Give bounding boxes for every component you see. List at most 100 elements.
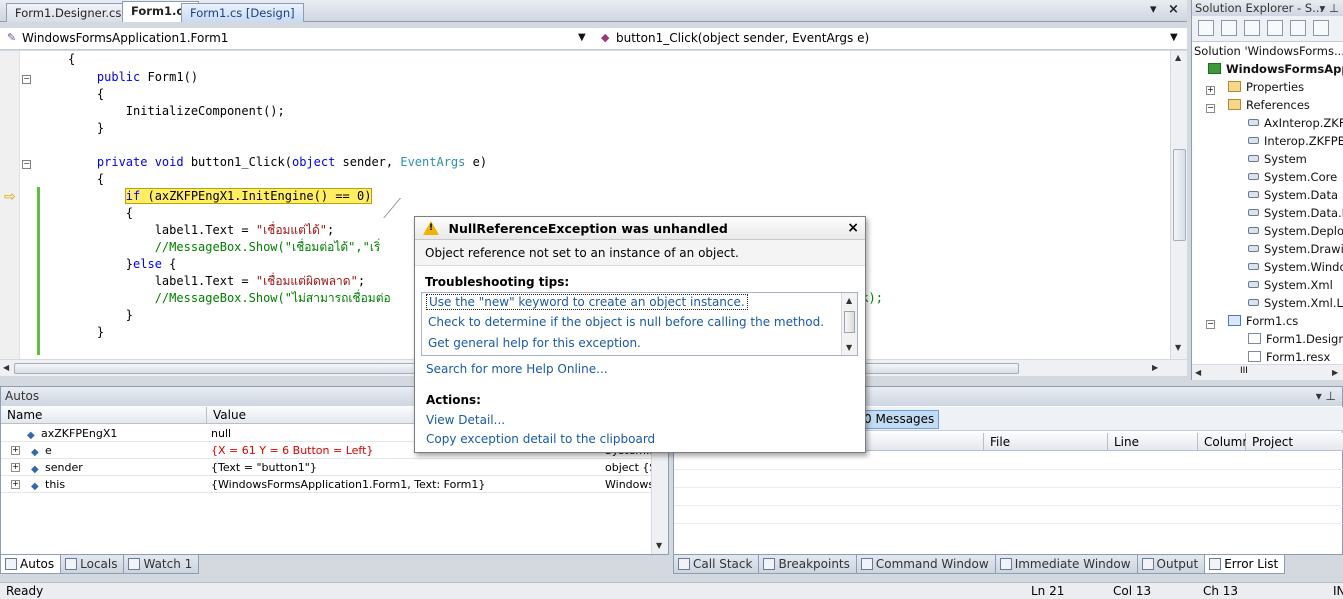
collapse-icon[interactable]: − <box>22 75 31 84</box>
properties-icon[interactable] <box>1198 20 1214 36</box>
tab-locals[interactable]: Locals <box>60 555 125 574</box>
collapse-icon[interactable]: − <box>1206 320 1215 329</box>
editor-vertical-scrollbar[interactable]: ▲ ▼ <box>1170 51 1187 359</box>
tree-item-properties[interactable]: Properties <box>1228 80 1304 98</box>
search-help-online-link[interactable]: Search for more Help Online... <box>426 362 608 376</box>
resource-file-icon <box>1248 351 1261 362</box>
variable-type: WindowsF... <box>605 478 651 491</box>
call-stack-icon <box>678 558 690 570</box>
chevron-down-icon[interactable]: ▼ <box>578 32 586 43</box>
table-row[interactable]: + ◆ this {WindowsFormsApplication1.Form1,… <box>1 476 651 493</box>
expand-icon[interactable]: + <box>1206 86 1215 95</box>
tree-item-solution[interactable]: Solution 'WindowsForms... <box>1194 44 1343 62</box>
chevron-down-icon[interactable]: ▼ <box>1170 32 1178 43</box>
panel-title: Autos <box>5 389 40 403</box>
scroll-down-icon[interactable]: ▼ <box>656 541 662 550</box>
tree-item-reference[interactable]: System.Data <box>1248 188 1338 206</box>
tree-item-reference[interactable]: System.Data.D... <box>1248 206 1343 224</box>
tip-link[interactable]: Use the "new" keyword to create an objec… <box>426 294 748 310</box>
tree-item-reference[interactable]: System.Deploy... <box>1248 224 1343 242</box>
collapse-icon[interactable]: − <box>22 160 31 169</box>
tab-command-window[interactable]: Command Window <box>855 555 996 574</box>
scroll-up-icon[interactable]: ▲ <box>846 296 852 305</box>
scroll-thumb[interactable] <box>844 311 855 333</box>
tab-watch-1[interactable]: Watch 1 <box>123 555 200 574</box>
tree-item-project[interactable]: WindowsFormsApplic... <box>1208 62 1343 80</box>
autos-icon <box>5 558 17 570</box>
scroll-down-icon[interactable]: ▼ <box>846 343 852 352</box>
variable-name: ◆ axZKFPEngX1 <box>27 427 118 440</box>
exception-message: Object reference not set to an instance … <box>415 240 865 266</box>
scroll-grip[interactable]: III <box>1240 366 1248 376</box>
tree-item-reference[interactable]: System.Xml.Li... <box>1248 296 1343 314</box>
solution-explorer-scrollbar[interactable]: ◀ III ▶ <box>1192 364 1343 380</box>
column-header-name[interactable]: Name <box>1 407 207 424</box>
tab-form1-cs-design[interactable]: Form1.cs [Design] <box>181 3 304 22</box>
row-divider <box>674 523 1343 524</box>
close-icon[interactable]: × <box>847 220 859 236</box>
tab-error-list[interactable]: Error List <box>1204 555 1286 574</box>
debug-window-tabs: Autos Locals Watch 1 <box>0 555 200 575</box>
refresh-icon[interactable] <box>1244 20 1260 36</box>
class-combo[interactable]: ✎ WindowsFormsApplication1.Form1 ▼ <box>4 30 590 48</box>
tip-link[interactable]: Check to determine if the object is null… <box>428 315 824 329</box>
tree-item-reference[interactable]: System.Xml <box>1248 278 1333 296</box>
copy-exception-detail-link[interactable]: Copy exception detail to the clipboard <box>426 432 655 446</box>
expand-icon[interactable]: + <box>11 480 20 489</box>
exception-title: NullReferenceException was unhandled <box>448 221 728 236</box>
view-detail-link[interactable]: View Detail... <box>426 413 505 427</box>
tree-item-form1-cs[interactable]: Form1.cs <box>1228 314 1298 332</box>
column-header-line[interactable]: Line <box>1108 433 1198 451</box>
column-header-project[interactable]: Project <box>1246 433 1343 451</box>
panel-pin-icon[interactable]: ▾ ⊥ <box>1316 389 1336 403</box>
tree-item-reference[interactable]: Interop.ZKFPEn... <box>1248 134 1343 152</box>
class-diagram-icon[interactable] <box>1313 20 1329 36</box>
tab-immediate-window[interactable]: Immediate Window <box>994 555 1138 574</box>
tree-item-form1-designer[interactable]: Form1.Designe... <box>1248 332 1343 350</box>
status-bar: Ready Ln 21 Col 13 Ch 13 INS <box>0 582 1343 599</box>
tab-autos[interactable]: Autos <box>0 555 62 574</box>
view-designer-icon[interactable] <box>1290 20 1306 36</box>
column-header-column[interactable]: Column <box>1198 433 1250 451</box>
tab-breakpoints[interactable]: Breakpoints <box>758 555 857 574</box>
column-header-file[interactable]: File <box>984 433 1108 451</box>
messages-filter-button[interactable]: 0 Messages <box>859 410 940 429</box>
table-row[interactable]: + ◆sender {Text = "button1"} object {S..… <box>1 459 651 476</box>
tree-item-reference[interactable]: System.Core <box>1248 170 1337 188</box>
tab-call-stack[interactable]: Call Stack <box>673 555 760 574</box>
tab-dropdown-icon[interactable]: ▾ <box>1150 2 1157 17</box>
scroll-right-icon[interactable]: ▶ <box>1332 368 1338 377</box>
variable-value: {WindowsFormsApplication1.Form1, Text: F… <box>211 478 486 491</box>
tree-item-reference[interactable]: System <box>1248 152 1307 170</box>
reference-icon <box>1248 119 1259 126</box>
reference-icon <box>1248 281 1259 288</box>
scroll-thumb[interactable] <box>1173 149 1186 241</box>
tree-item-references[interactable]: References <box>1228 98 1310 116</box>
tips-scrollbar[interactable]: ▲ ▼ <box>841 293 857 355</box>
close-document-icon[interactable]: × <box>1168 2 1179 17</box>
tab-form1-designer-cs[interactable]: Form1.Designer.cs <box>6 3 131 22</box>
scroll-down-icon[interactable]: ▼ <box>1175 343 1181 352</box>
tree-item-reference[interactable]: AxInterop.ZKFP... <box>1248 116 1343 134</box>
tree-item-reference[interactable]: System.Drawin... <box>1248 242 1343 260</box>
solution-explorer-title: Solution Explorer - S... ▾ ⊥ <box>1192 0 1343 16</box>
tab-output[interactable]: Output <box>1136 555 1206 574</box>
method-icon: ◆ <box>601 31 610 44</box>
scroll-right-icon[interactable]: ▶ <box>1152 363 1158 372</box>
collapse-icon[interactable]: − <box>1206 104 1215 113</box>
panel-pin-icon[interactable]: ▾ ⊥ <box>1320 1 1339 15</box>
tip-link[interactable]: Get general help for this exception. <box>428 336 641 350</box>
scroll-left-icon[interactable]: ◀ <box>3 363 9 372</box>
expand-icon[interactable]: + <box>11 446 20 455</box>
reference-icon <box>1248 245 1259 252</box>
parameter-icon: ◆ <box>31 447 39 457</box>
status-text: Ready <box>6 584 44 598</box>
scroll-up-icon[interactable]: ▲ <box>1175 53 1181 62</box>
expand-icon[interactable]: + <box>11 463 20 472</box>
member-combo[interactable]: ◆ button1_Click(object sender, EventArgs… <box>598 30 1183 48</box>
scroll-left-icon[interactable]: ◀ <box>1195 368 1201 377</box>
variable-value: {X = 61 Y = 6 Button = Left} <box>211 444 374 457</box>
tree-item-reference[interactable]: System.Windo... <box>1248 260 1343 278</box>
view-code-icon[interactable] <box>1267 20 1283 36</box>
show-all-files-icon[interactable] <box>1221 20 1237 36</box>
